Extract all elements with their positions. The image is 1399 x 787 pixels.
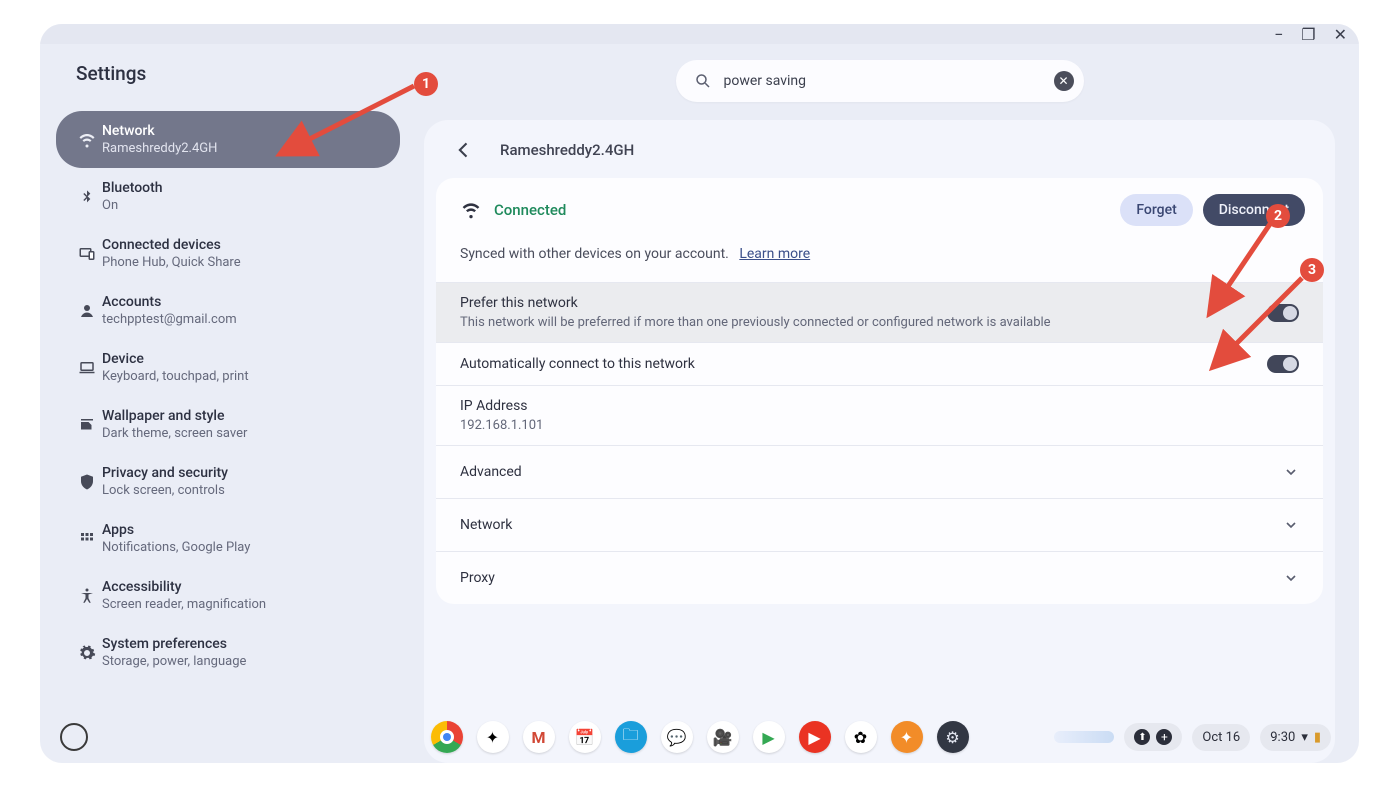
forget-button[interactable]: Forget [1120,194,1192,226]
play-icon[interactable]: ▶ [753,721,785,753]
wifi-tray-icon: ▾ [1301,730,1308,745]
annotation-arrow-1 [274,78,434,168]
maximize-icon[interactable]: ❐ [1301,25,1315,44]
search-icon [694,72,712,90]
chevron-down-icon [1283,517,1299,533]
clear-search-button[interactable]: ✕ [1054,71,1074,91]
messages-icon[interactable]: 💬 [661,721,693,753]
learn-more-link[interactable]: Learn more [739,246,810,262]
account-icon [72,302,102,320]
connection-status: Connected [494,201,566,219]
files-icon[interactable]: 🗀 [615,721,647,753]
settings-shelf-icon[interactable]: ⚙ [937,721,969,753]
chevron-down-icon [1283,570,1299,586]
annotation-badge-1: 1 [414,72,438,96]
sidebar-item-accessibility[interactable]: AccessibilityScreen reader, magnificatio… [56,567,400,624]
shelf: ✦ M 📅 🗀 💬 🎥 ▶ ▶ ✿ ✦ ⚙ [431,721,969,753]
system-tray[interactable]: ⬆+ Oct 16 9:30▾▮ [1054,723,1331,751]
app-icon[interactable]: ✦ [891,721,923,753]
time-pill[interactable]: 9:30▾▮ [1260,724,1331,751]
date-pill[interactable]: Oct 16 [1192,724,1250,751]
bluetooth-icon [72,189,102,205]
wifi-lock-icon [458,200,484,220]
youtube-icon[interactable]: ▶ [799,721,831,753]
chrome-icon[interactable] [431,721,463,753]
synced-text: Synced with other devices on your accoun… [436,236,1323,282]
page-title: Rameshreddy2.4GH [500,141,634,159]
gear-icon [72,644,102,662]
a11y-icon [72,587,102,605]
apps-icon [72,530,102,548]
sidebar-item-system[interactable]: System preferencesStorage, power, langua… [56,624,400,681]
weather-pill[interactable] [1054,731,1114,743]
laptop-icon [72,359,102,377]
chevron-down-icon [1283,464,1299,480]
sidebar-item-accounts[interactable]: Accountstechpptest@gmail.com [56,282,400,339]
battery-icon: ▮ [1314,730,1321,745]
close-icon[interactable]: ✕ [1334,25,1347,44]
assistant-icon[interactable]: ✦ [477,721,509,753]
expand-advanced[interactable]: Advanced [436,445,1323,498]
annotation-badge-2: 2 [1266,204,1290,228]
back-button[interactable] [446,132,482,168]
gmail-icon[interactable]: M [523,721,555,753]
annotation-arrow-3 [1206,272,1316,382]
sidebar-item-wallpaper[interactable]: Wallpaper and styleDark theme, screen sa… [56,396,400,453]
sidebar-item-bluetooth[interactable]: BluetoothOn [56,168,400,225]
search-input[interactable] [724,73,1042,89]
row-ip-address: IP Address 192.168.1.101 [436,385,1323,445]
sidebar-item-apps[interactable]: AppsNotifications, Google Play [56,510,400,567]
sidebar-item-label: Network [102,123,217,139]
calendar-icon[interactable]: 📅 [569,721,601,753]
sidebar-item-sub: Rameshreddy2.4GH [102,141,217,156]
toggles-pill[interactable]: ⬆+ [1124,723,1182,751]
sidebar-item-device[interactable]: DeviceKeyboard, touchpad, print [56,339,400,396]
wifi-icon [72,131,102,149]
row-auto-connect: Automatically connect to this network [436,342,1323,385]
annotation-badge-3: 3 [1300,258,1324,282]
taskbar: ✦ M 📅 🗀 💬 🎥 ▶ ▶ ✿ ✦ ⚙ ⬆+ Oct 16 9:30▾▮ [48,717,1351,757]
search-bar[interactable]: ✕ [676,60,1084,102]
style-icon [72,416,102,434]
shield-icon [72,473,102,491]
sidebar-item-privacy[interactable]: Privacy and securityLock screen, control… [56,453,400,510]
devices-icon [72,245,102,263]
photos-icon[interactable]: ✿ [845,721,877,753]
sidebar-item-connected-devices[interactable]: Connected devicesPhone Hub, Quick Share [56,225,400,282]
minimize-icon[interactable]: − [1274,25,1283,44]
expand-network[interactable]: Network [436,498,1323,551]
row-prefer-network: Prefer this network This network will be… [436,282,1323,342]
meet-icon[interactable]: 🎥 [707,721,739,753]
expand-proxy[interactable]: Proxy [436,551,1323,604]
launcher-button[interactable] [60,723,88,751]
